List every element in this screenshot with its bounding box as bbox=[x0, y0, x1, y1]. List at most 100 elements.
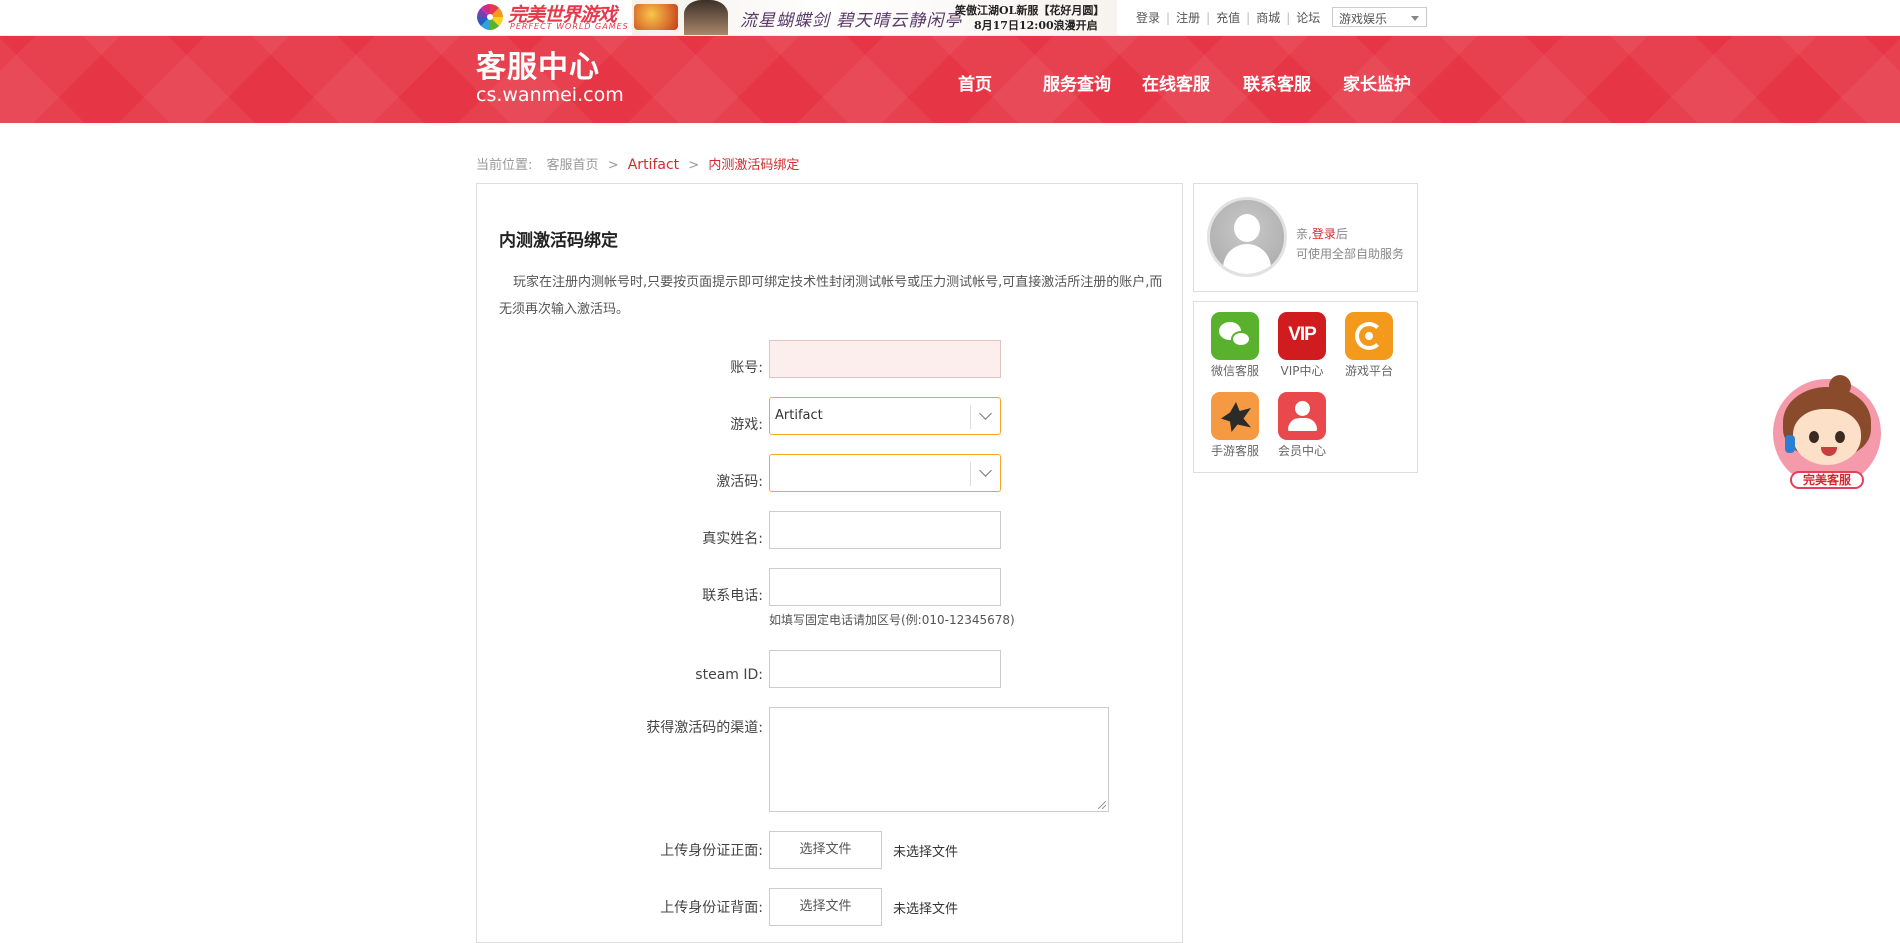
account-field[interactable] bbox=[769, 340, 1001, 378]
wechat-bubble-2 bbox=[1231, 331, 1251, 347]
logo-subtext: PERFECT WORLD GAMES bbox=[510, 22, 629, 31]
nav-home[interactable]: 首页 bbox=[958, 70, 992, 95]
app-member-center[interactable]: 会员中心 bbox=[1273, 392, 1331, 459]
member-head bbox=[1295, 401, 1310, 416]
vip-icon: VIP bbox=[1278, 312, 1326, 360]
login-line-2: 可使用全部自助服务 bbox=[1296, 247, 1405, 261]
mascot-eye bbox=[1809, 431, 1819, 443]
activation-code-label: 激活码: bbox=[716, 474, 763, 490]
chevron-down-icon bbox=[979, 464, 992, 477]
app-label: 手游客服 bbox=[1210, 444, 1259, 458]
app-label: VIP中心 bbox=[1280, 364, 1324, 378]
app-label: 游戏平台 bbox=[1344, 364, 1393, 378]
breadcrumb-game-link[interactable]: Artifact bbox=[628, 157, 679, 173]
headset-icon bbox=[1785, 435, 1795, 453]
nav-service-query[interactable]: 服务查询 bbox=[1043, 70, 1111, 95]
activation-form-panel: 内测激活码绑定 玩家在注册内测帐号时,只要按页面提示即可绑定技术性封闭测试帐号或… bbox=[476, 183, 1183, 943]
app-wechat-service[interactable]: 微信客服 bbox=[1206, 312, 1264, 379]
phone-hint: 如填写固定电话请加区号(例:010-12345678) bbox=[769, 613, 1015, 627]
ad-line-2: 8月17日12:00浪漫开启 bbox=[974, 19, 1098, 32]
nav-parental-control[interactable]: 家长监护 bbox=[1343, 70, 1411, 95]
app-vip-center[interactable]: VIP VIP中心 bbox=[1273, 312, 1331, 379]
channel-label: 获得激活码的渠道: bbox=[646, 720, 763, 736]
site-header: 客服中心 cs.wanmei.com 首页 服务查询 在线客服 联系客服 家长监… bbox=[0, 36, 1900, 123]
game-platform-icon bbox=[1345, 312, 1393, 360]
chevron-down-icon bbox=[979, 407, 992, 420]
breadcrumb-current: 内测激活码绑定 bbox=[708, 158, 800, 173]
wechat-icon bbox=[1211, 312, 1259, 360]
top-bar: 完美世界游戏 PERFECT WORLD GAMES 流星蝴蝶剑 碧天晴云静闲亭… bbox=[0, 0, 1900, 36]
mobile-game-shape bbox=[1221, 402, 1251, 432]
mobile-game-icon bbox=[1211, 392, 1259, 440]
real-name-input[interactable] bbox=[770, 512, 1000, 548]
perfect-world-logo[interactable]: 完美世界游戏 PERFECT WORLD GAMES bbox=[476, 1, 629, 34]
pinwheel-logo-icon bbox=[477, 4, 503, 30]
breadcrumb: 当前位置: 客服首页 > Artifact > 内测激活码绑定 bbox=[476, 154, 799, 173]
breadcrumb-separator: > bbox=[607, 158, 619, 173]
sidebar-login-link[interactable]: 登录 bbox=[1312, 227, 1336, 241]
id-front-label: 上传身份证正面: bbox=[660, 843, 763, 859]
login-prompt: 亲,登录后 可使用全部自助服务 bbox=[1296, 224, 1404, 264]
game-select-value: Artifact bbox=[775, 408, 823, 423]
mascot-tag: 完美客服 bbox=[1790, 471, 1864, 489]
app-game-platform[interactable]: 游戏平台 bbox=[1340, 312, 1398, 379]
steam-id-label: steam ID: bbox=[695, 667, 763, 683]
mascot-face bbox=[1793, 409, 1861, 465]
user-silhouette-icon bbox=[1234, 214, 1260, 242]
login-suffix: 后 bbox=[1335, 227, 1348, 241]
app-label: 微信客服 bbox=[1210, 364, 1259, 378]
game-select-value: 游戏娱乐 bbox=[1339, 12, 1388, 26]
register-link[interactable]: 注册 bbox=[1176, 9, 1200, 26]
account-input[interactable] bbox=[770, 341, 1000, 377]
login-link[interactable]: 登录 bbox=[1136, 9, 1160, 26]
nav-contact-service[interactable]: 联系客服 bbox=[1243, 70, 1311, 95]
channel-textarea[interactable] bbox=[769, 707, 1109, 812]
breadcrumb-home-link[interactable]: 客服首页 bbox=[547, 158, 599, 173]
separator: | bbox=[1166, 10, 1171, 25]
activation-code-select[interactable] bbox=[769, 454, 1001, 492]
phone-label: 联系电话: bbox=[702, 588, 763, 604]
vip-icon-text: VIP bbox=[1288, 324, 1317, 345]
recharge-link[interactable]: 充值 bbox=[1216, 9, 1240, 26]
ad-game-badge bbox=[634, 4, 678, 30]
user-silhouette-body bbox=[1223, 244, 1271, 274]
game-select[interactable]: Artifact bbox=[769, 397, 1001, 435]
service-apps: 微信客服 VIP VIP中心 游戏平台 手游客服 会员中心 bbox=[1193, 301, 1418, 473]
ad-calligraphy: 流星蝴蝶剑 碧天晴云静闲亭 bbox=[740, 11, 963, 31]
id-front-file-button[interactable]: 选择文件 bbox=[769, 831, 882, 869]
game-label: 游戏: bbox=[730, 417, 763, 433]
member-icon bbox=[1278, 392, 1326, 440]
login-prefix: 亲, bbox=[1296, 227, 1312, 241]
forum-link[interactable]: 论坛 bbox=[1296, 9, 1320, 26]
main-nav: 首页 服务查询 在线客服 联系客服 家长监护 bbox=[0, 70, 1900, 95]
caret-down-icon bbox=[1411, 16, 1419, 21]
resize-handle-icon[interactable] bbox=[1098, 801, 1106, 809]
ad-line-1: 笑傲江湖OL新服【花好月圆】 bbox=[955, 4, 1105, 17]
steam-id-input[interactable] bbox=[770, 651, 1000, 687]
id-back-file-button[interactable]: 选择文件 bbox=[769, 888, 882, 926]
phone-field[interactable] bbox=[769, 568, 1001, 606]
phone-input[interactable] bbox=[770, 569, 1000, 605]
floating-customer-service-button[interactable]: 完美客服 bbox=[1771, 375, 1883, 491]
ad-character-image bbox=[684, 0, 728, 35]
real-name-label: 真实姓名: bbox=[702, 531, 763, 547]
game-platform-dot bbox=[1365, 332, 1373, 340]
separator: | bbox=[1206, 10, 1211, 25]
form-labels: 账号: 游戏: 激活码: 真实姓名: 联系电话: steam ID: 获得激活码… bbox=[477, 184, 763, 942]
mall-link[interactable]: 商城 bbox=[1256, 9, 1280, 26]
ad-banner[interactable]: 流星蝴蝶剑 碧天晴云静闲亭 笑傲江湖OL新服【花好月圆】 8月17日12:00浪… bbox=[632, 0, 1117, 35]
mascot-eye bbox=[1835, 431, 1845, 443]
id-back-file-status: 未选择文件 bbox=[893, 902, 959, 917]
breadcrumb-separator: > bbox=[688, 158, 700, 173]
app-mobile-game-service[interactable]: 手游客服 bbox=[1206, 392, 1264, 459]
select-divider bbox=[970, 405, 971, 429]
avatar bbox=[1207, 197, 1287, 277]
breadcrumb-prefix: 当前位置: bbox=[476, 158, 533, 173]
select-divider bbox=[970, 462, 971, 486]
game-entertainment-select[interactable]: 游戏娱乐 bbox=[1332, 7, 1427, 27]
nav-online-service[interactable]: 在线客服 bbox=[1142, 70, 1210, 95]
real-name-field[interactable] bbox=[769, 511, 1001, 549]
mascot-hair-bun bbox=[1829, 375, 1851, 397]
id-front-file-status: 未选择文件 bbox=[893, 845, 959, 860]
steam-id-field[interactable] bbox=[769, 650, 1001, 688]
